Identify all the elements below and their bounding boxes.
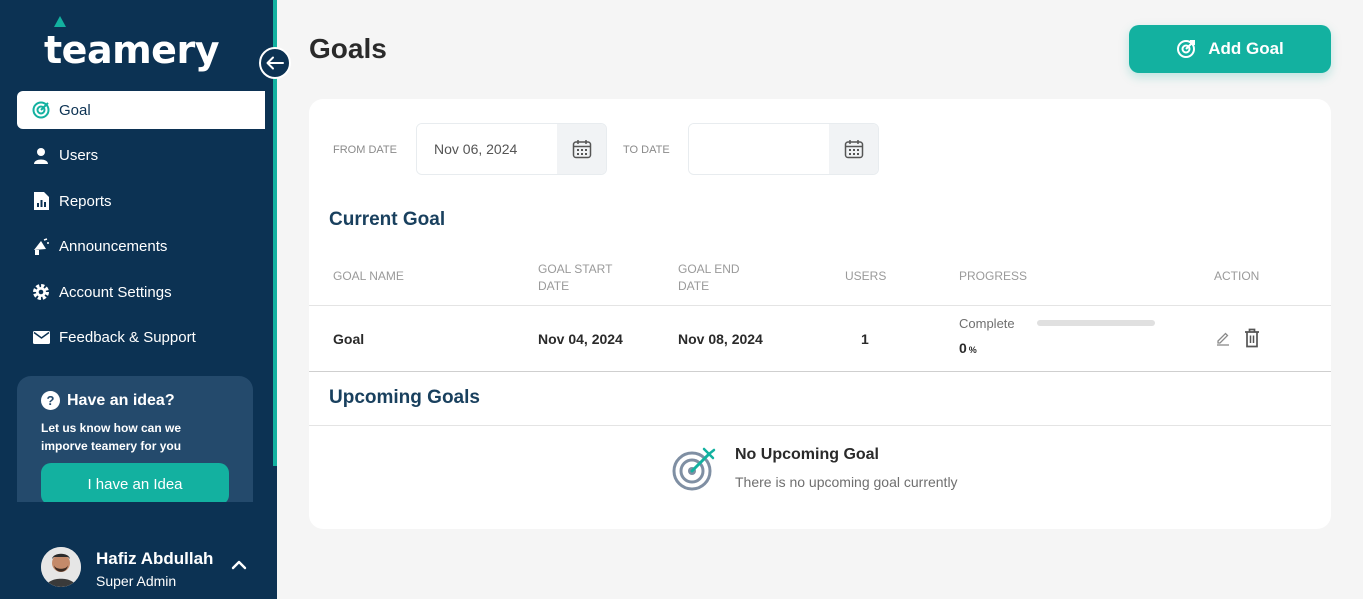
user-role: Super Admin: [96, 573, 177, 589]
idea-description: Let us know how can we imporve teamery f…: [41, 421, 182, 453]
calendar-icon[interactable]: [829, 124, 878, 174]
empty-state-title: No Upcoming Goal: [735, 446, 879, 463]
user-profile[interactable]: Hafiz Abdullah Super Admin: [0, 502, 277, 599]
chevron-up-icon[interactable]: [231, 557, 247, 575]
sidebar-item-label: Users: [59, 147, 99, 164]
column-header-goal-name: GOAL NAME: [333, 269, 404, 283]
reports-icon: [32, 192, 50, 210]
row-divider: [309, 371, 1331, 372]
page-title: Goals: [309, 33, 387, 64]
announcement-icon: [32, 237, 50, 256]
i-have-an-idea-button[interactable]: I have an Idea: [41, 463, 229, 502]
progress-bar: [1037, 320, 1155, 326]
current-goal-title: Current Goal: [329, 209, 446, 230]
to-date-field: [688, 123, 879, 175]
goal-users-cell: 1: [861, 331, 869, 347]
sidebar-item-account-settings[interactable]: Account Settings: [17, 273, 273, 311]
column-header-end-date: GOAL END DATE: [678, 262, 740, 293]
from-date-input[interactable]: [417, 124, 557, 174]
sidebar-item-label: Feedback & Support: [59, 329, 196, 346]
progress-value: 0%: [959, 340, 977, 356]
users-icon: [32, 147, 50, 165]
sidebar-item-label: Account Settings: [59, 283, 172, 301]
goal-start-cell: Nov 04, 2024: [538, 331, 623, 347]
edit-icon[interactable]: [1215, 330, 1231, 346]
sidebar-item-goal[interactable]: Goal: [17, 91, 265, 129]
collapse-sidebar-button[interactable]: [259, 47, 291, 79]
sidebar-item-feedback-support[interactable]: Feedback & Support: [17, 319, 273, 357]
avatar: [41, 547, 81, 587]
sidebar: teamery Goal Users Reports Announcements: [0, 0, 277, 599]
to-date-input[interactable]: [689, 124, 829, 174]
progress-label: Complete: [959, 316, 1015, 331]
column-header-action: ACTION: [1214, 269, 1260, 283]
logo-mark-icon: [54, 16, 66, 27]
column-header-progress: PROGRESS: [959, 269, 1028, 283]
idea-title: ? Have an idea?: [41, 391, 229, 410]
gear-icon: [32, 283, 50, 301]
upcoming-goals-title: Upcoming Goals: [329, 387, 480, 408]
logo-text: teamery: [44, 28, 219, 72]
mail-icon: [32, 329, 50, 347]
idea-title-text: Have an idea?: [67, 391, 175, 409]
goal-name-cell: Goal: [333, 331, 365, 347]
table-header-divider: [309, 305, 1331, 306]
from-date-field: [416, 123, 607, 175]
column-header-start-date: GOAL START DATE: [538, 262, 613, 293]
column-header-users: USERS: [845, 269, 887, 283]
goal-end-cell: Nov 08, 2024: [678, 331, 763, 347]
delete-icon[interactable]: [1244, 328, 1260, 348]
empty-state-text: There is no upcoming goal currently: [735, 474, 958, 490]
sidebar-item-announcements[interactable]: Announcements: [17, 228, 273, 266]
arrow-left-icon: [266, 56, 284, 70]
add-goal-button[interactable]: Add Goal: [1129, 25, 1331, 73]
goal-add-icon: [1176, 39, 1196, 59]
goals-card: FROM DATE TO DATE Current Goal GOAL NAME…: [309, 99, 1331, 529]
sidebar-item-reports[interactable]: Reports: [17, 182, 273, 220]
question-icon: ?: [41, 391, 60, 410]
upcoming-divider: [309, 425, 1331, 426]
sidebar-item-users[interactable]: Users: [17, 137, 273, 175]
idea-card: ? Have an idea? Let us know how can we i…: [17, 376, 253, 502]
sidebar-item-label: Reports: [59, 192, 112, 210]
user-name: Hafiz Abdullah: [96, 549, 214, 568]
calendar-icon[interactable]: [557, 124, 606, 174]
to-date-label: TO DATE: [623, 144, 670, 156]
add-goal-label: Add Goal: [1208, 39, 1284, 58]
sidebar-item-label: Goal: [59, 101, 91, 119]
target-icon: [671, 446, 717, 497]
sidebar-item-label: Announcements: [59, 238, 168, 255]
from-date-label: FROM DATE: [333, 144, 397, 156]
sidebar-nav: Goal Users Reports Announcements Account…: [17, 91, 273, 364]
progress-number: 0: [959, 340, 967, 356]
goal-icon: [32, 101, 50, 119]
progress-unit: %: [968, 345, 977, 355]
